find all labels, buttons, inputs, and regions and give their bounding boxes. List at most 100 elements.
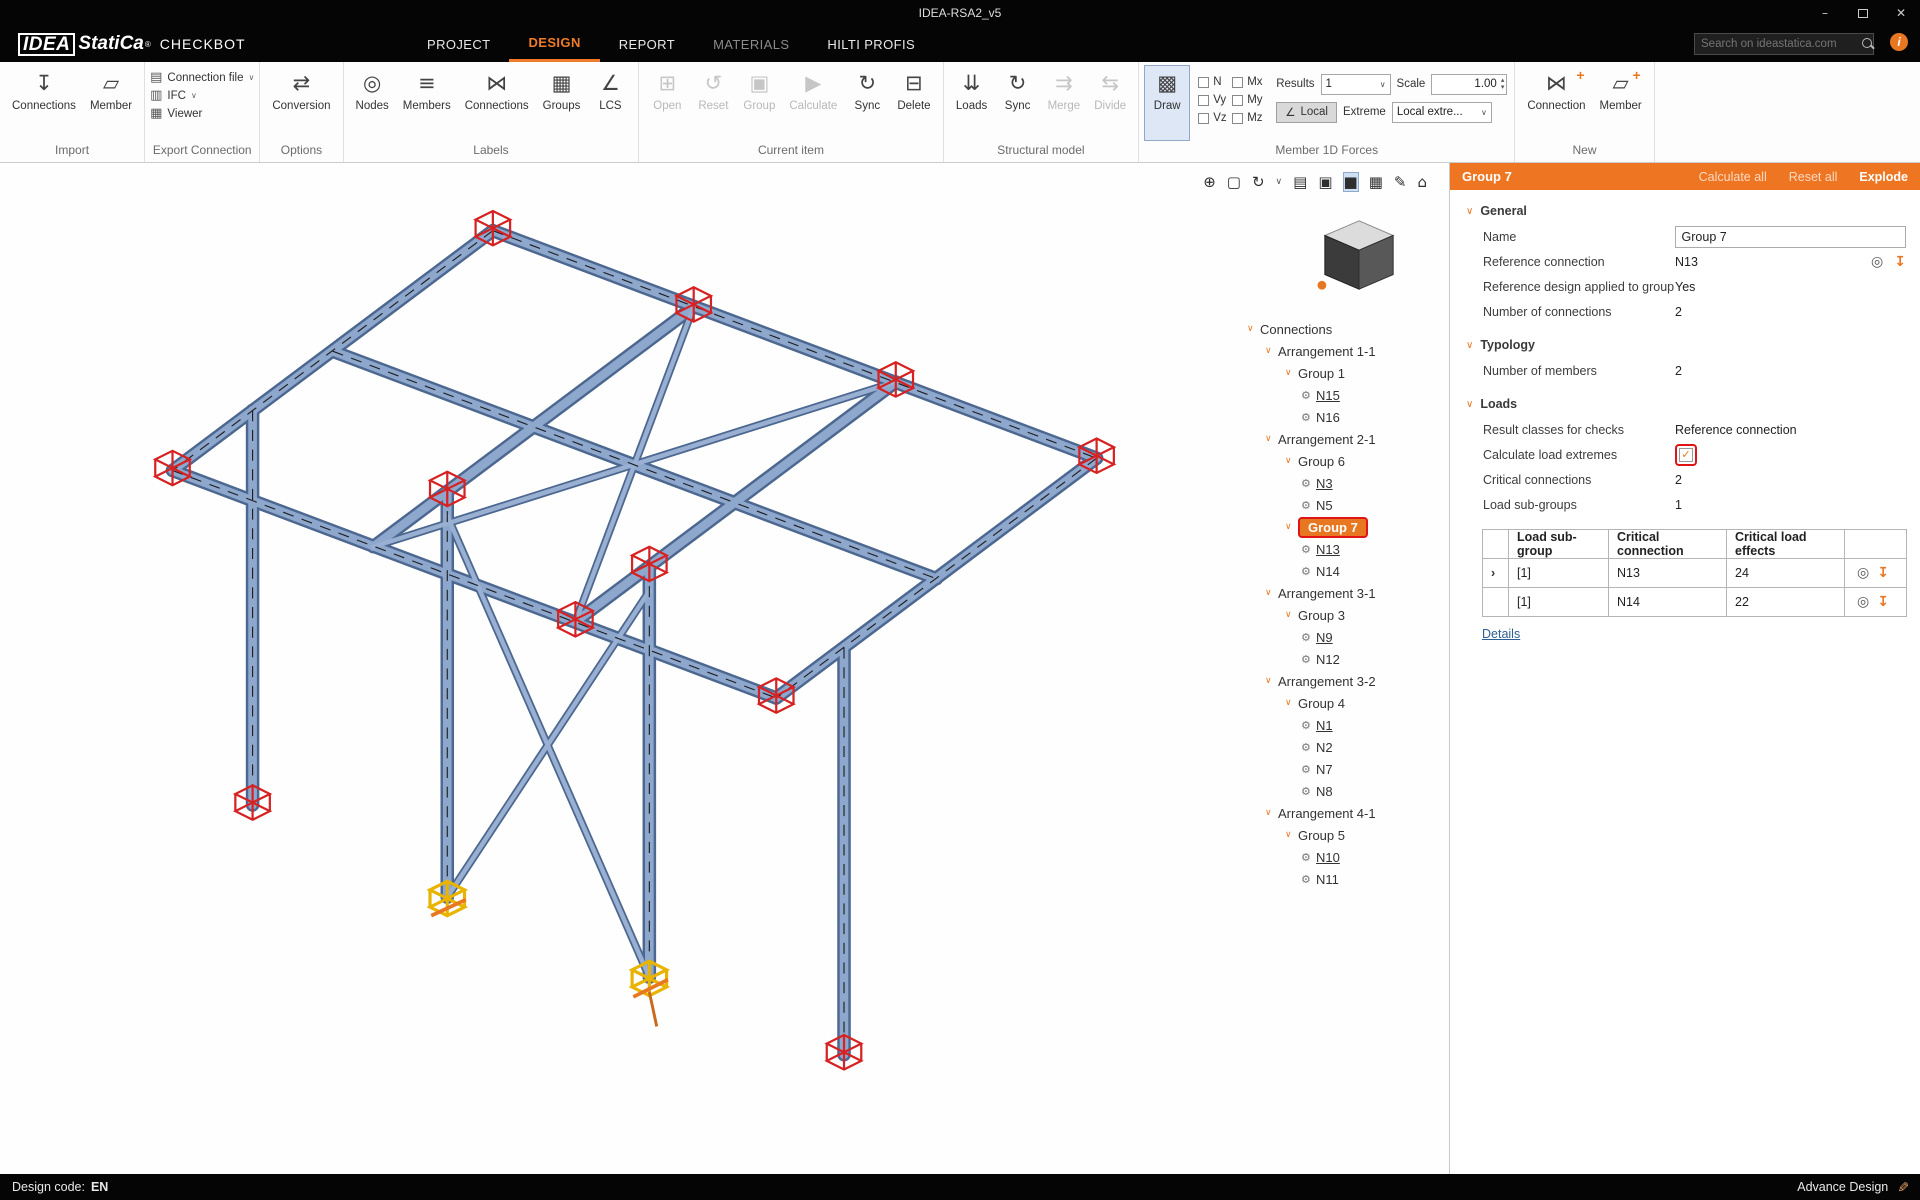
import-design-icon[interactable]: ↧ [1894, 254, 1906, 270]
import-member-button[interactable]: ▱ Member [83, 65, 139, 141]
tree-item-group-7[interactable]: ∨Group 7 [1245, 516, 1437, 538]
chevron-expanded-icon[interactable]: ∨ [1285, 456, 1298, 466]
chevron-expanded-icon[interactable]: ∨ [1265, 808, 1278, 818]
labels-nodes-button[interactable]: ◎ Nodes [349, 65, 396, 141]
tree-item-n12[interactable]: ⚙N12 [1245, 648, 1437, 670]
tree-item-group-1[interactable]: ∨Group 1 [1245, 362, 1437, 384]
chevron-expanded-icon[interactable]: ∨ [1265, 434, 1278, 444]
chevron-expanded-icon[interactable]: ∨ [1466, 206, 1473, 217]
tree-item-n14[interactable]: ⚙N14 [1245, 560, 1437, 582]
view-wireframe-icon[interactable]: ▣ [1318, 173, 1332, 191]
import-loads-icon[interactable]: ↧ [1877, 565, 1889, 581]
labels-connections-button[interactable]: ⋈ Connections [458, 65, 536, 141]
tree-item-group-4[interactable]: ∨Group 4 [1245, 692, 1437, 714]
close-button[interactable]: ✕ [1882, 0, 1920, 26]
component-my[interactable]: My [1232, 91, 1266, 109]
pan-view-icon[interactable]: ⊕ [1203, 173, 1216, 191]
advance-design-link[interactable]: Advance Design ✎ [1797, 1179, 1908, 1195]
set-reference-icon[interactable]: ◎ [1857, 565, 1869, 581]
orbit-icon[interactable]: ↻ [1252, 173, 1265, 191]
tree-item-n11[interactable]: ⚙N11 [1245, 868, 1437, 890]
set-reference-icon[interactable]: ◎ [1871, 254, 1883, 270]
view-solid-icon[interactable]: ■ [1344, 173, 1358, 191]
tab-project[interactable]: PROJECT [408, 26, 509, 62]
row-expander[interactable] [1483, 588, 1509, 617]
component-vy[interactable]: Vy [1198, 91, 1232, 109]
chevron-expanded-icon[interactable]: ∨ [1285, 698, 1298, 708]
row-expander[interactable]: › [1483, 559, 1509, 588]
labels-lcs-button[interactable]: ∠ LCS [587, 65, 633, 141]
name-input[interactable] [1675, 226, 1906, 248]
chevron-expanded-icon[interactable]: ∨ [1285, 522, 1298, 532]
component-mx[interactable]: Mx [1232, 73, 1266, 91]
sync-current-button[interactable]: ↻ Sync [844, 65, 890, 141]
search-icon[interactable] [1861, 37, 1868, 51]
loads-button[interactable]: ⇊ Loads [949, 65, 995, 141]
sync-model-button[interactable]: ↻ Sync [995, 65, 1041, 141]
tree-item-connections[interactable]: ∨Connections [1245, 318, 1437, 340]
tree-item-arrangement-4-1[interactable]: ∨Arrangement 4-1 [1245, 802, 1437, 824]
tab-report[interactable]: REPORT [600, 26, 694, 62]
component-mz[interactable]: Mz [1232, 109, 1266, 127]
reset-all-button[interactable]: Reset all [1789, 170, 1838, 184]
chevron-expanded-icon[interactable]: ∨ [1466, 399, 1473, 410]
labels-members-button[interactable]: ≡ Members [396, 65, 458, 141]
tree-item-n3[interactable]: ⚙N3 [1245, 472, 1437, 494]
tree-item-group-3[interactable]: ∨Group 3 [1245, 604, 1437, 626]
extreme-select[interactable]: Local extre... ∨ [1392, 102, 1492, 123]
delete-button[interactable]: ⊟ Delete [890, 65, 937, 141]
chevron-expanded-icon[interactable]: ∨ [1466, 340, 1473, 351]
render-settings-icon[interactable]: ✎ [1394, 173, 1407, 191]
calculate-all-button[interactable]: Calculate all [1699, 170, 1767, 184]
chevron-expanded-icon[interactable]: ∨ [1285, 830, 1298, 840]
home-view-icon[interactable]: ⌂ [1417, 173, 1427, 191]
tree-item-n5[interactable]: ⚙N5 [1245, 494, 1437, 516]
maximize-button[interactable] [1844, 0, 1882, 26]
new-connection-button[interactable]: + ⋈ Connection [1520, 65, 1592, 141]
labels-groups-button[interactable]: ▦ Groups [536, 65, 588, 141]
tree-item-n10[interactable]: ⚙N10 [1245, 846, 1437, 868]
tree-item-arrangement-1-1[interactable]: ∨Arrangement 1-1 [1245, 340, 1437, 362]
tab-design[interactable]: DESIGN [509, 26, 599, 62]
draw-button[interactable]: ▩ Draw [1144, 65, 1190, 141]
tree-item-arrangement-3-1[interactable]: ∨Arrangement 3-1 [1245, 582, 1437, 604]
explode-button[interactable]: Explode [1859, 170, 1908, 184]
info-button[interactable]: i [1890, 33, 1908, 51]
tree-item-group-6[interactable]: ∨Group 6 [1245, 450, 1437, 472]
component-vz[interactable]: Vz [1198, 109, 1232, 127]
spin-down-icon[interactable]: ▾ [1501, 84, 1505, 91]
new-member-button[interactable]: + ▱ Member [1593, 65, 1649, 141]
tree-item-n2[interactable]: ⚙N2 [1245, 736, 1437, 758]
zoom-fit-icon[interactable]: ▢ [1227, 173, 1241, 191]
calculate-load-extremes-checkbox[interactable]: ✓ [1679, 448, 1693, 462]
navigation-cube[interactable] [1315, 215, 1403, 297]
tree-item-arrangement-2-1[interactable]: ∨Arrangement 2-1 [1245, 428, 1437, 450]
tree-item-n15[interactable]: ⚙N15 [1245, 384, 1437, 406]
chevron-expanded-icon[interactable]: ∨ [1285, 368, 1298, 378]
view-clip-box-icon[interactable]: ▤ [1293, 173, 1307, 191]
chevron-expanded-icon[interactable]: ∨ [1265, 676, 1278, 686]
tree-item-group-5[interactable]: ∨Group 5 [1245, 824, 1437, 846]
tree-item-n16[interactable]: ⚙N16 [1245, 406, 1437, 428]
view-transparent-icon[interactable]: ▦ [1369, 173, 1383, 191]
import-loads-icon[interactable]: ↧ [1877, 594, 1889, 610]
tab-hilti-profis[interactable]: HILTI PROFIS [808, 26, 934, 62]
import-connections-button[interactable]: ↧ Connections [5, 65, 83, 141]
tree-item-n7[interactable]: ⚙N7 [1245, 758, 1437, 780]
tree-item-n8[interactable]: ⚙N8 [1245, 780, 1437, 802]
chevron-expanded-icon[interactable]: ∨ [1247, 324, 1260, 334]
viewer-button[interactable]: ▦ Viewer [150, 106, 254, 121]
tree-item-n13[interactable]: ⚙N13 [1245, 538, 1437, 560]
details-link[interactable]: Details [1482, 627, 1520, 641]
component-n[interactable]: N [1198, 73, 1232, 91]
local-button[interactable]: ∠ Local [1276, 102, 1337, 123]
results-select[interactable]: 1 ∨ [1321, 74, 1391, 95]
tree-item-arrangement-3-2[interactable]: ∨Arrangement 3-2 [1245, 670, 1437, 692]
conversion-button[interactable]: ⇄ Conversion [265, 65, 337, 141]
chevron-down-icon[interactable]: ∨ [1276, 177, 1283, 187]
chevron-expanded-icon[interactable]: ∨ [1285, 610, 1298, 620]
minimize-button[interactable]: – [1806, 0, 1844, 26]
scale-input[interactable]: 1.00 ▴▾ [1431, 74, 1507, 95]
connection-file-button[interactable]: ▤ Connection file ∨ [150, 70, 254, 85]
ifc-button[interactable]: ▥ IFC ∨ [150, 88, 254, 103]
